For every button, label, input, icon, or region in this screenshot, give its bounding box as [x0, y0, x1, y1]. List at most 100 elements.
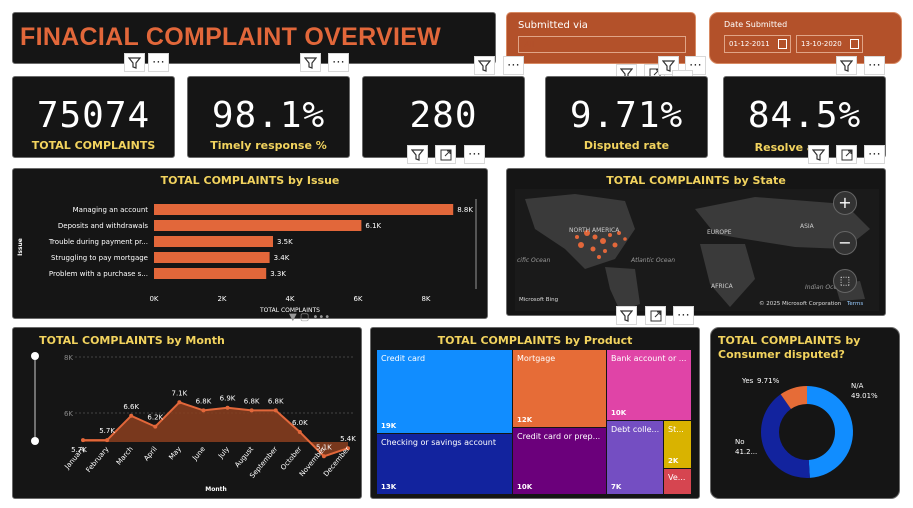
data-point [201, 408, 206, 413]
data-label: 6.0K [292, 419, 308, 427]
issue-data-label: 6.1K [365, 222, 381, 230]
treemap-tile[interactable]: Ve... [664, 469, 691, 494]
calendar-icon[interactable] [778, 39, 787, 49]
data-point [105, 438, 110, 443]
treemap-tile[interactable]: Credit card 19K [377, 350, 512, 433]
data-point [129, 413, 134, 418]
focus-mode-icon[interactable] [435, 145, 456, 164]
treemap-tile[interactable]: Credit card or prep... 10K [513, 428, 606, 494]
donut-slice [807, 386, 854, 478]
issue-category-label: Problem with a purchase s... [49, 270, 148, 278]
more-options-icon[interactable]: ⋯ [503, 56, 524, 75]
map-select-button[interactable]: ⬚ [833, 269, 857, 293]
slice-label: Yes [741, 377, 754, 385]
more-options-icon[interactable]: ⋯ [864, 145, 885, 164]
data-point [273, 408, 278, 413]
month-area-chart[interactable]: TOTAL COMPLAINTS by Month 8K 6K 5.7K Januar… [12, 327, 362, 499]
kpi-card-timely-response: 98.1% Timely response % [187, 76, 350, 158]
issue-bar [154, 268, 267, 279]
dropdown-value: All [524, 40, 534, 49]
product-treemap-card[interactable]: TOTAL COMPLAINTS by Product Credit card 1… [370, 327, 700, 499]
region-label: AFRICA [711, 283, 733, 290]
map-canvas[interactable]: NORTH AMERICA EUROPE ASIA AFRICA cific O… [515, 189, 879, 311]
end-date-input[interactable]: 13-10-2020 [796, 35, 863, 53]
data-label: 6.6K [123, 403, 139, 411]
more-options-icon[interactable]: ⋯ [864, 56, 885, 75]
state-map-card[interactable]: TOTAL COMPLAINTS by State NORTH AMERICA … [506, 168, 886, 316]
issue-bar [154, 220, 362, 231]
filter-icon[interactable] [474, 56, 495, 75]
x-tick-label: March [115, 445, 135, 466]
start-date-input[interactable]: 01-12-2011 [724, 35, 791, 53]
x-tick-label: 8K [421, 295, 430, 303]
issue-data-label: 8.8K [457, 206, 473, 214]
zoom-out-button[interactable]: − [833, 231, 857, 255]
issue-category-label: Struggling to pay mortgage [51, 254, 148, 262]
filter-icon[interactable] [836, 56, 857, 75]
issue-category-label: Managing an account [73, 206, 149, 214]
kpi-label: Timely response % [210, 139, 327, 152]
chart-title: TOTAL COMPLAINTS by Product [437, 334, 633, 347]
kpi-card-total-complaints: 75074 TOTAL COMPLAINTS [12, 76, 175, 158]
treemap-value: 7K [611, 483, 622, 491]
more-options-icon[interactable]: ⋯ [464, 145, 485, 164]
disputed-donut-card[interactable]: TOTAL COMPLAINTS by Consumer disputed? N… [710, 327, 900, 499]
y-axis-title: Issue [17, 238, 24, 256]
map-terms-link[interactable]: Terms [847, 301, 863, 307]
issue-bar-plot: Managing an account 8.8K Deposits and with… [17, 199, 477, 314]
treemap-value: 2K [668, 457, 679, 465]
issue-category-label: Deposits and withdrawals [58, 222, 148, 230]
treemap-value: 13K [381, 483, 397, 491]
treemap-tile[interactable]: St... 2K [664, 421, 691, 468]
data-label: 5.7K [99, 427, 115, 435]
scrollbar-track [475, 199, 477, 289]
slicer-label: Date Submitted [724, 20, 788, 29]
world-map [525, 194, 870, 311]
y-tick-label: 6K [64, 410, 73, 418]
treemap-label: Credit card or prep... [517, 432, 601, 441]
drag-handle[interactable]: ▼ ▢ ••• [289, 312, 330, 323]
product-treemap[interactable]: Credit card 19K Checking or savings accoun… [377, 350, 691, 494]
data-label: 6.8K [244, 397, 260, 405]
bing-logo: Microsoft Bing [519, 297, 559, 303]
issue-bar [154, 252, 270, 263]
region-label: NORTH AMERICA [569, 227, 620, 234]
treemap-value: 12K [517, 416, 533, 424]
focus-mode-icon[interactable] [645, 306, 666, 325]
calendar-icon[interactable] [850, 39, 859, 49]
treemap-label: Bank account or ... [611, 354, 687, 363]
filter-icon[interactable] [124, 53, 145, 72]
region-label: EUROPE [707, 229, 732, 236]
issue-bar-chart[interactable]: TOTAL COMPLAINTS by Issue Managing an ac… [12, 168, 488, 319]
submitted-via-dropdown[interactable]: All [518, 36, 686, 53]
data-label: 6.8K [268, 397, 284, 405]
filter-icon[interactable] [808, 145, 829, 164]
slice-value: 49.01% [851, 392, 878, 400]
issue-bar [154, 204, 454, 215]
treemap-value: 19K [381, 422, 397, 430]
zoom-in-button[interactable]: + [833, 191, 857, 215]
more-options-icon[interactable]: ⋯ [328, 53, 349, 72]
treemap-label: Mortgage [517, 354, 556, 363]
treemap-tile[interactable]: Mortgage 12K [513, 350, 606, 427]
x-axis-title: Month [205, 486, 227, 493]
data-point [81, 438, 85, 443]
data-point [177, 400, 182, 405]
dashboard-canvas: FINACIAL COMPLAINT OVERVIEW ⋯ ⋯ Submitte… [0, 0, 913, 508]
more-options-icon[interactable]: ⋯ [148, 53, 169, 72]
x-tick-label: April [142, 445, 158, 462]
filter-icon[interactable] [300, 53, 321, 72]
data-label: 5.4K [340, 435, 356, 443]
focus-mode-icon[interactable] [836, 145, 857, 164]
kpi-value: 75074 [36, 95, 151, 136]
treemap-label: Debt colle... [611, 425, 660, 434]
more-options-icon[interactable]: ⋯ [673, 306, 694, 325]
y-tick-label: 8K [64, 354, 73, 362]
treemap-value: 10K [611, 409, 627, 417]
treemap-tile[interactable]: Bank account or ... 10K [607, 350, 691, 420]
treemap-tile[interactable]: Checking or savings account 13K [377, 434, 512, 494]
filter-icon[interactable] [407, 145, 428, 164]
treemap-label: St... [668, 425, 684, 434]
treemap-tile[interactable]: Debt colle... 7K [607, 421, 663, 494]
filter-icon[interactable] [616, 306, 637, 325]
